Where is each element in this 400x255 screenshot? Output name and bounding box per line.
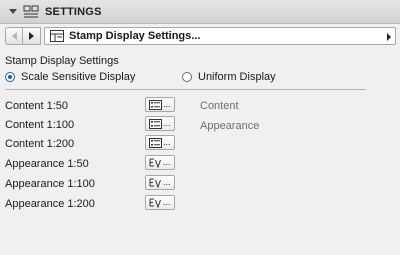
side-label-content: Content (200, 100, 239, 112)
appearance-1-50-settings-button[interactable]: ... (145, 155, 175, 170)
ellipsis: ... (163, 99, 171, 109)
selector-label: Stamp Display Settings... (69, 30, 201, 42)
collapse-caret-icon[interactable] (9, 9, 17, 14)
appearance-settings-icon (149, 198, 161, 208)
previous-button[interactable] (5, 27, 23, 45)
settings-panel-icon (23, 5, 39, 17)
row-label-appearance-1-200: Appearance 1:200 (5, 198, 95, 210)
submenu-arrow-icon (387, 33, 391, 41)
ellipsis: ... (163, 177, 171, 187)
radio-indicator[interactable] (182, 72, 192, 82)
content-1-50-settings-button[interactable]: ... (145, 97, 175, 112)
stamp-settings-icon (50, 30, 64, 42)
row-label-content-1-100: Content 1:100 (5, 119, 75, 131)
appearance-1-200-settings-button[interactable]: ... (145, 195, 175, 210)
list-settings-icon (149, 118, 162, 129)
next-button[interactable] (23, 27, 41, 45)
list-settings-icon (149, 137, 162, 148)
radio-uniform-display[interactable]: Uniform Display (182, 71, 276, 83)
ellipsis: ... (163, 197, 171, 207)
appearance-settings-icon (149, 158, 161, 168)
radio-indicator-selected[interactable] (5, 72, 15, 82)
panel-title: SETTINGS (45, 5, 102, 18)
section-title: Stamp Display Settings (5, 55, 119, 67)
ellipsis: ... (163, 157, 171, 167)
radio-label: Scale Sensitive Display (21, 71, 136, 83)
content-1-100-settings-button[interactable]: ... (145, 116, 175, 131)
radio-label: Uniform Display (198, 71, 276, 83)
row-label-appearance-1-100: Appearance 1:100 (5, 178, 95, 190)
list-settings-icon (149, 99, 162, 110)
row-label-content-1-200: Content 1:200 (5, 138, 75, 150)
settings-page-selector[interactable]: Stamp Display Settings... (44, 27, 396, 45)
chevron-right-icon (29, 32, 34, 40)
chevron-left-icon (11, 32, 17, 40)
radio-scale-sensitive-display[interactable]: Scale Sensitive Display (5, 71, 135, 83)
side-label-appearance: Appearance (200, 120, 260, 132)
ellipsis: ... (163, 137, 171, 147)
row-label-content-1-50: Content 1:50 (5, 100, 68, 112)
row-label-appearance-1-50: Appearance 1:50 (5, 158, 89, 170)
content-1-200-settings-button[interactable]: ... (145, 135, 175, 150)
settings-panel-header[interactable]: SETTINGS (0, 0, 400, 24)
ellipsis: ... (163, 118, 171, 128)
appearance-1-100-settings-button[interactable]: ... (145, 175, 175, 190)
settings-navigator: Stamp Display Settings... (5, 27, 396, 45)
divider (5, 89, 366, 90)
appearance-settings-icon (149, 178, 161, 188)
